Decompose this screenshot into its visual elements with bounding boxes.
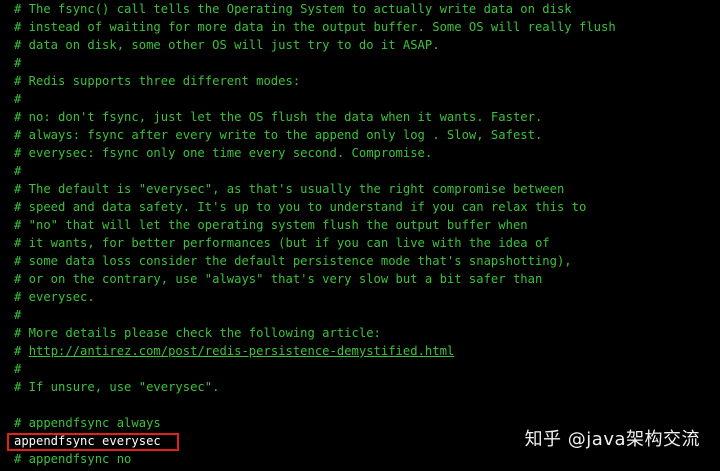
config-line: # More details please check the followin… <box>14 326 381 340</box>
config-line: # instead of waiting for more data in th… <box>14 20 616 34</box>
terminal-window: # The fsync() call tells the Operating S… <box>0 0 720 471</box>
config-line: # <box>14 92 22 106</box>
config-line: # The default is "everysec", as that's u… <box>14 182 565 196</box>
watermark: 知乎 @java架构交流 <box>524 429 700 450</box>
config-line: # it wants, for better performances (but… <box>14 236 550 250</box>
config-line: # <box>14 56 22 70</box>
config-line: # appendfsync no <box>14 452 132 466</box>
config-line: # always: fsync after every write to the… <box>14 128 543 142</box>
config-line: # appendfsync always <box>14 416 161 430</box>
config-line: # or on the contrary, use "always" that'… <box>14 272 543 286</box>
config-line: # If unsure, use "everysec". <box>14 380 220 394</box>
article-link[interactable]: http://antirez.com/post/redis-persistenc… <box>29 344 455 358</box>
config-line: # The fsync() call tells the Operating S… <box>14 2 572 16</box>
config-line: # no: don't fsync, just let the OS flush… <box>14 110 543 124</box>
config-line: # <box>14 164 22 178</box>
config-line: # everysec: fsync only one time every se… <box>14 146 433 160</box>
comment-prefix: # <box>14 344 29 358</box>
config-line: # data on disk, some other OS will just … <box>14 38 440 52</box>
config-line: # <box>14 308 22 322</box>
config-line: # <box>14 362 22 376</box>
config-line: # Redis supports three different modes: <box>14 74 301 88</box>
highlight-box <box>7 433 179 451</box>
config-line: # everysec. <box>14 290 95 304</box>
config-line: # some data loss consider the default pe… <box>14 254 572 268</box>
config-line: # speed and data safety. It's up to you … <box>14 200 587 214</box>
config-line: # "no" that will let the operating syste… <box>14 218 528 232</box>
config-line-url: # http://antirez.com/post/redis-persiste… <box>14 342 454 360</box>
